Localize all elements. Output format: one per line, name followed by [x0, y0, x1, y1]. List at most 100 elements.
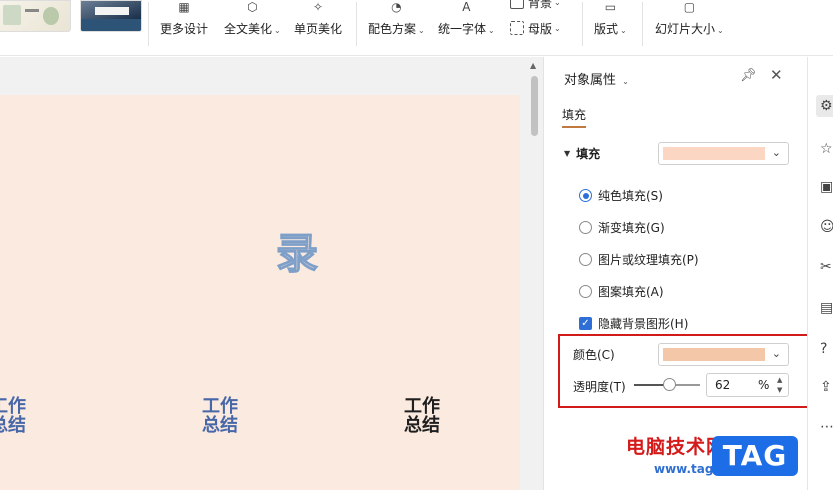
- radio-unselected[interactable]: [579, 253, 592, 266]
- chevron-down-icon: ⌄: [554, 23, 561, 33]
- solid-fill-label: 纯色填充(S): [598, 189, 663, 203]
- slide-text-item[interactable]: 工作 总结: [202, 397, 238, 435]
- ribbon-divider: [642, 2, 643, 46]
- more-icon[interactable]: ⋯: [820, 419, 833, 435]
- page-beautify-icon: ✧: [312, 0, 324, 14]
- chevron-down-icon: ⌄: [620, 26, 627, 35]
- object-properties-panel: 对象属性 ⌄ 📌︎ ✕ 填充 ▼ 填充 ⌄ 纯色填充(S) 渐变填充(G) 图片…: [543, 57, 818, 490]
- layout-icon: ▭: [604, 0, 617, 14]
- watermark-tag-logo: TAG: [712, 436, 798, 476]
- ribbon-divider: [582, 2, 583, 46]
- design-template-thumbnail[interactable]: [80, 0, 142, 32]
- help-icon[interactable]: ?: [820, 341, 827, 357]
- pin-icon[interactable]: 📌︎: [740, 68, 757, 83]
- color-swatch: [663, 348, 765, 361]
- slide-text-item[interactable]: 工作 总结: [404, 397, 440, 435]
- thumbnail-decoration: [3, 5, 21, 25]
- spin-up-icon[interactable]: ▲: [777, 376, 782, 384]
- background-button[interactable]: 背景 ⌄: [510, 0, 561, 11]
- background-icon: [510, 0, 524, 9]
- book-icon[interactable]: ▤: [820, 300, 833, 316]
- watermark-text: 电脑技术网: [626, 436, 727, 458]
- opacity-unit: %: [758, 378, 770, 392]
- unify-font-button[interactable]: A 统一字体 ⌄: [438, 0, 495, 56]
- color-scheme-button[interactable]: ◔ 配色方案 ⌄: [368, 0, 425, 56]
- tab-fill[interactable]: 填充: [562, 106, 586, 123]
- hide-background-checkbox-row[interactable]: ✓ 隐藏背景图形(H): [579, 315, 688, 332]
- close-icon[interactable]: ✕: [770, 66, 783, 84]
- chevron-down-icon: ⌄: [622, 77, 629, 86]
- collapse-triangle-icon: ▼: [564, 149, 571, 158]
- gradient-fill-option[interactable]: 渐变填充(G): [579, 219, 665, 236]
- shape-icon[interactable]: ☆: [820, 141, 833, 157]
- tab-active-indicator: [562, 126, 586, 128]
- color-scheme-icon: ◔: [391, 0, 402, 14]
- chevron-down-icon: ⌄: [771, 146, 781, 159]
- color-label: 颜色(C): [573, 348, 615, 362]
- scroll-up-icon[interactable]: ▲: [530, 61, 536, 70]
- unify-font-label: 统一字体: [438, 22, 487, 36]
- slide-text-item[interactable]: 工作 总结: [0, 397, 26, 435]
- tools-icon[interactable]: ✂: [820, 259, 832, 275]
- master-icon: [510, 21, 524, 35]
- share-icon[interactable]: ⇪: [820, 379, 832, 395]
- opacity-label: 透明度(T): [573, 380, 626, 394]
- pattern-fill-label: 图案填充(A): [598, 285, 664, 299]
- layout-label: 版式: [594, 22, 619, 36]
- chevron-down-icon: ⌄: [488, 26, 495, 35]
- radio-unselected[interactable]: [579, 285, 592, 298]
- panel-title-text: 对象属性: [564, 73, 617, 88]
- thumbnail-decoration: [81, 19, 141, 31]
- properties-icon[interactable]: ⚙: [816, 95, 833, 117]
- hide-background-label: 隐藏背景图形(H): [598, 317, 689, 331]
- slide-size-label: 幻灯片大小: [655, 22, 716, 36]
- panel-title[interactable]: 对象属性 ⌄: [564, 69, 629, 88]
- master-button[interactable]: 母版 ⌄: [510, 19, 561, 37]
- slide-big-character[interactable]: 录: [275, 232, 318, 275]
- slide[interactable]: 录 工作 总结 工作 总结 工作 总结: [0, 95, 520, 490]
- layout-button[interactable]: ▭ 版式 ⌄: [594, 0, 627, 56]
- beautify-icon: ⬡: [247, 0, 258, 14]
- chevron-down-icon: ⌄: [554, 0, 561, 7]
- opacity-slider-handle[interactable]: [663, 378, 676, 391]
- chevron-down-icon: ⌄: [717, 26, 724, 35]
- chevron-down-icon: ⌄: [771, 347, 781, 360]
- picture-texture-fill-label: 图片或纹理填充(P): [598, 253, 699, 267]
- ribbon-toolbar: ▦ 更多设计 ⬡ 全文美化 ⌄ ✧ 单页美化 ◔ 配色方案 ⌄ A 统一字体 ⌄ 背景…: [0, 0, 833, 56]
- slide-editing-area: 录 工作 总结 工作 总结 工作 总结 ▲: [0, 57, 543, 490]
- fill-color-swatch: [663, 147, 765, 160]
- pattern-fill-option[interactable]: 图案填充(A): [579, 283, 664, 300]
- full-beautify-button[interactable]: ⬡ 全文美化 ⌄: [224, 0, 281, 56]
- solid-fill-option[interactable]: 纯色填充(S): [579, 187, 663, 204]
- slide-text-line: 总结: [404, 415, 440, 436]
- color-dropdown[interactable]: ⌄: [658, 343, 789, 366]
- slide-text-line: 总结: [0, 415, 26, 436]
- thumbnail-decoration: [25, 9, 39, 12]
- font-icon: A: [462, 0, 471, 14]
- page-beautify-button[interactable]: ✧ 单页美化: [294, 0, 342, 56]
- slide-text-line: 工作: [0, 396, 26, 417]
- chevron-down-icon: ⌄: [418, 26, 425, 35]
- slide-text-line: 工作: [404, 396, 440, 417]
- gradient-fill-label: 渐变填充(G): [598, 221, 665, 235]
- slide-size-icon: ▢: [683, 0, 696, 14]
- animation-icon[interactable]: ▣: [820, 179, 833, 195]
- opacity-spinbox[interactable]: 62 % ▲ ▼: [706, 373, 789, 397]
- spin-down-icon[interactable]: ▼: [777, 386, 782, 394]
- radio-unselected[interactable]: [579, 221, 592, 234]
- fill-section-header[interactable]: ▼ 填充: [564, 145, 600, 162]
- checkbox-checked-icon[interactable]: ✓: [579, 317, 592, 330]
- ribbon-divider: [356, 2, 357, 46]
- design-template-thumbnail[interactable]: [0, 0, 71, 32]
- slide-size-button[interactable]: ▢ 幻灯片大小 ⌄: [655, 0, 724, 56]
- radio-selected[interactable]: [579, 189, 592, 202]
- picture-texture-fill-option[interactable]: 图片或纹理填充(P): [579, 251, 699, 268]
- more-designs-button[interactable]: ▦ 更多设计: [160, 0, 208, 56]
- scrollbar-thumb[interactable]: [531, 76, 538, 136]
- opacity-value[interactable]: 62: [715, 378, 730, 392]
- right-tool-sidebar: ⚙ ☆ ▣ ☺ ✂ ▤ ? ⇪ ⋯: [807, 57, 833, 490]
- gallery-icon[interactable]: ☺: [820, 219, 833, 235]
- vertical-scrollbar[interactable]: ▲: [526, 57, 543, 490]
- fill-color-dropdown[interactable]: ⌄: [658, 142, 789, 165]
- slide-text-line: 总结: [202, 415, 238, 436]
